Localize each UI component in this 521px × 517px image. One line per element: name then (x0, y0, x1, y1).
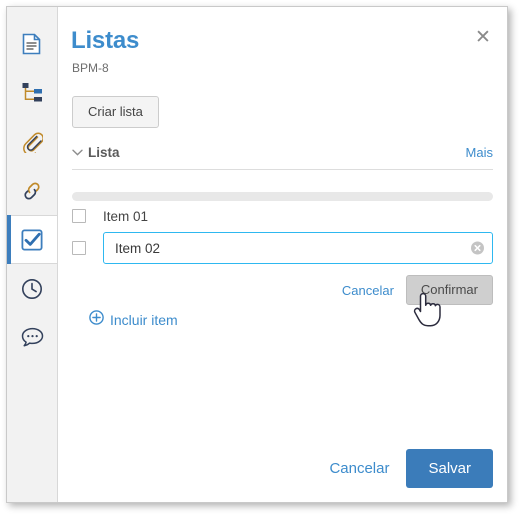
listas-panel: ✕ Listas BPM-8 Criar lista Lista Mais It… (58, 7, 507, 502)
sidebar-item-document[interactable] (7, 19, 57, 68)
sidebar-icon-rail (7, 7, 58, 502)
inline-confirm-button[interactable]: Confirmar (405, 275, 493, 305)
list-progress-bar (72, 192, 493, 201)
sidebar-item-comments[interactable] (7, 313, 57, 362)
link-icon (21, 180, 43, 202)
checklist-icon (21, 228, 43, 251)
chevron-down-icon (72, 147, 83, 158)
listas-dialog: ✕ Listas BPM-8 Criar lista Lista Mais It… (6, 6, 508, 503)
comment-icon (21, 327, 44, 348)
create-list-button[interactable]: Criar lista (72, 96, 159, 128)
clock-icon (21, 278, 43, 300)
inline-cancel-button[interactable]: Cancelar (342, 283, 394, 298)
item-input-wrapper (103, 232, 493, 264)
save-button[interactable]: Salvar (406, 449, 493, 488)
item-checkbox[interactable] (72, 241, 86, 255)
sidebar-item-listas[interactable] (7, 215, 57, 264)
cancel-button[interactable]: Cancelar (329, 460, 389, 477)
plus-circle-icon (89, 310, 104, 330)
list-section-toggle[interactable]: Lista (72, 145, 120, 160)
list-section-title: Lista (88, 145, 120, 160)
page-title: Listas (71, 27, 140, 54)
document-icon (22, 33, 42, 55)
hierarchy-icon (22, 82, 43, 103)
item-text-input[interactable] (103, 232, 493, 264)
more-link[interactable]: Mais (466, 145, 493, 160)
add-item-button[interactable]: Incluir item (89, 310, 178, 330)
item-label: Item 01 (103, 208, 149, 224)
sidebar-item-links[interactable] (7, 166, 57, 215)
clear-icon[interactable] (471, 241, 484, 255)
sidebar-item-hierarchy[interactable] (7, 68, 57, 117)
list-item[interactable]: Item 01 (72, 205, 493, 227)
item-checkbox[interactable] (72, 209, 86, 223)
paperclip-icon (21, 131, 43, 153)
close-icon[interactable]: ✕ (473, 27, 493, 47)
page-subtitle: BPM-8 (72, 61, 109, 75)
inline-item-actions: Cancelar Confirmar (342, 275, 493, 305)
add-item-label: Incluir item (110, 312, 178, 328)
list-item-editing[interactable] (72, 232, 493, 264)
dialog-footer: Cancelar Salvar (329, 449, 493, 488)
list-section-header: Lista Mais (72, 145, 493, 170)
sidebar-item-attachments[interactable] (7, 117, 57, 166)
sidebar-item-history[interactable] (7, 264, 57, 313)
